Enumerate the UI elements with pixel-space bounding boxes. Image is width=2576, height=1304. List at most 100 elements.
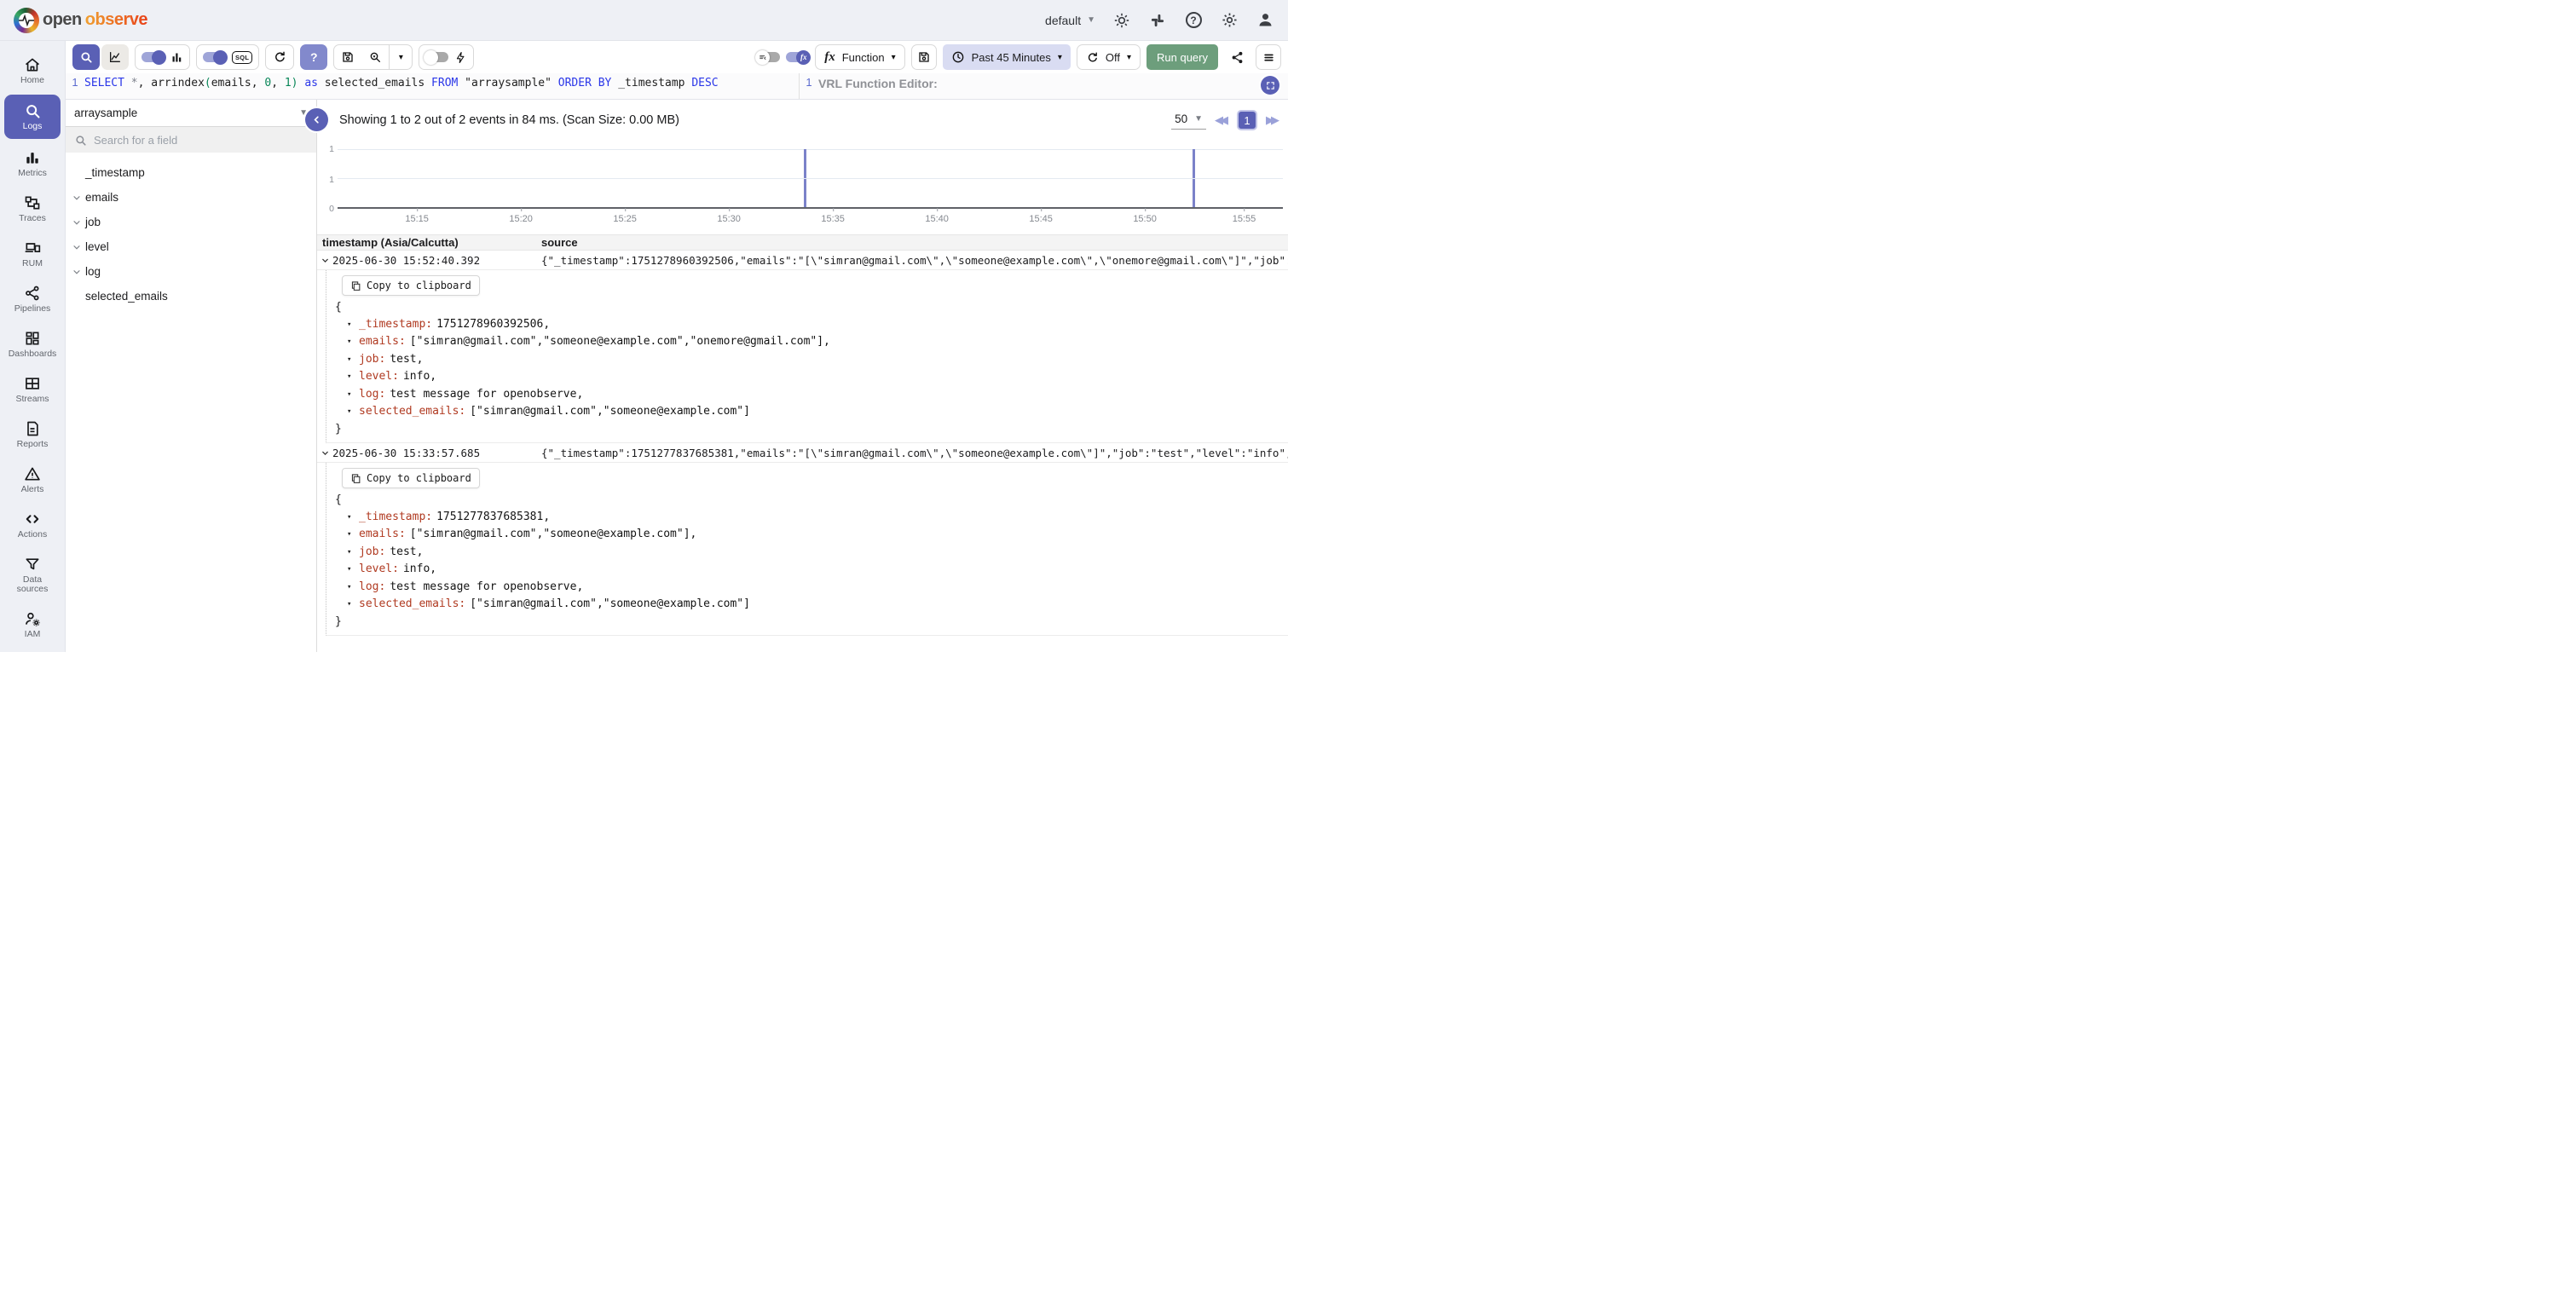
visualize-mode-button[interactable]: [101, 44, 129, 70]
sidebar-label: Alerts: [21, 485, 44, 494]
logs-content: arraysample ▼ _timestamp emails: [66, 100, 1288, 652]
field-item-log[interactable]: log: [66, 259, 316, 284]
histogram-toggle[interactable]: [142, 52, 165, 62]
sidebar-label: Metrics: [18, 169, 47, 178]
chevron-down-icon: [72, 267, 82, 277]
vrl-editor-placeholder: VRL Function Editor:: [818, 76, 938, 91]
triangle-down-icon[interactable]: ▾: [347, 545, 359, 562]
saved-searches-button[interactable]: [361, 44, 389, 70]
collapse-fields-button[interactable]: [305, 108, 328, 131]
function-dropdown[interactable]: fx Function ▾: [815, 44, 904, 70]
line-number: 1: [800, 76, 818, 89]
copy-to-clipboard-button[interactable]: Copy to clipboard: [342, 275, 480, 296]
chevron-down-icon[interactable]: [317, 256, 332, 265]
x-axis-tick: 15:55: [1233, 214, 1256, 224]
chevron-down-icon[interactable]: [317, 448, 332, 458]
search-icon: [74, 134, 87, 147]
menu-button[interactable]: [1256, 44, 1281, 70]
vrl-function-toggle[interactable]: fx: [786, 52, 809, 62]
stream-selector-value: arraysample: [74, 107, 137, 119]
refresh-interval-button[interactable]: Off ▾: [1077, 44, 1141, 70]
sidebar-item-iam[interactable]: IAM: [0, 602, 65, 647]
query-editors: 1 SELECT *, arrindex(emails, 0, 1) as se…: [66, 73, 1288, 100]
reset-filters-button[interactable]: [266, 44, 293, 70]
help-icon[interactable]: ?: [1184, 11, 1203, 30]
sidebar-item-reports[interactable]: Reports: [0, 412, 65, 457]
sidebar-item-logs[interactable]: Logs: [4, 95, 61, 139]
triangle-down-icon[interactable]: ▾: [347, 404, 359, 421]
field-item-job[interactable]: job: [66, 210, 316, 234]
triangle-down-icon[interactable]: ▾: [347, 334, 359, 351]
sidebar-item-data-sources[interactable]: Data sources: [0, 547, 65, 602]
settings-gear-icon[interactable]: [1220, 11, 1239, 30]
first-page-button[interactable]: ◀◀: [1215, 113, 1228, 127]
time-range-value: Past 45 Minutes: [972, 51, 1051, 64]
share-link-button[interactable]: [1224, 44, 1250, 70]
chevron-down-icon: [72, 242, 82, 252]
triangle-down-icon[interactable]: ▾: [347, 352, 359, 369]
row-source: {"_timestamp":1751278960392506,"emails":…: [541, 254, 1288, 267]
vrl-function-editor[interactable]: 1 VRL Function Editor:: [800, 73, 1288, 99]
triangle-down-icon[interactable]: ▾: [347, 510, 359, 527]
sidebar-item-metrics[interactable]: Metrics: [0, 141, 65, 186]
triangle-down-icon[interactable]: ▾: [347, 387, 359, 404]
field-item-level[interactable]: level: [66, 234, 316, 259]
log-json: { ▾_timestamp:1751278960392506, ▾emails:…: [333, 296, 1288, 437]
top-right-controls: default ▼ ?: [1045, 11, 1274, 30]
sidebar-item-alerts[interactable]: Alerts: [0, 457, 65, 502]
sidebar-item-dashboards[interactable]: Dashboards: [0, 321, 65, 366]
sidebar-item-rum[interactable]: RUM: [0, 231, 65, 276]
sidebar-item-streams[interactable]: Streams: [0, 366, 65, 412]
log-json: { ▾_timestamp:1751277837685381, ▾emails:…: [333, 488, 1288, 630]
time-range-button[interactable]: Past 45 Minutes ▾: [943, 44, 1071, 70]
sql-badge-icon: SQL: [232, 51, 252, 64]
field-item-selected-emails[interactable]: selected_emails: [66, 284, 316, 309]
query-help-button[interactable]: ?: [300, 44, 327, 70]
clock-icon: [951, 50, 965, 64]
table-row[interactable]: 2025-06-30 15:52:40.392 {"_timestamp":17…: [317, 251, 1288, 270]
triangle-down-icon[interactable]: ▾: [347, 527, 359, 544]
sidebar-item-pipelines[interactable]: Pipelines: [0, 276, 65, 321]
quick-mode-toggle[interactable]: [425, 52, 448, 62]
save-search-button[interactable]: [334, 44, 361, 70]
page-number-button[interactable]: 1: [1237, 110, 1257, 130]
events-histogram[interactable]: 1 1 0 15:15 15:20 15:25 15:30 15:35: [317, 141, 1286, 231]
sidebar-item-home[interactable]: Home: [0, 48, 65, 93]
field-item-timestamp[interactable]: _timestamp: [66, 160, 316, 185]
page-size-select[interactable]: 50 ▼: [1171, 111, 1206, 130]
triangle-down-icon[interactable]: ▾: [347, 580, 359, 597]
table-row[interactable]: 2025-06-30 15:33:57.685 {"_timestamp":17…: [317, 443, 1288, 463]
field-search-input[interactable]: [94, 134, 308, 147]
chevron-down-icon: [72, 193, 82, 203]
field-item-emails[interactable]: emails: [66, 185, 316, 210]
sidebar-item-traces[interactable]: Traces: [0, 186, 65, 231]
sql-mode-toggle[interactable]: [203, 52, 226, 62]
fx-icon: fx: [824, 50, 835, 65]
triangle-down-icon[interactable]: ▾: [347, 597, 359, 614]
sidebar-item-actions[interactable]: Actions: [0, 502, 65, 547]
copy-to-clipboard-button[interactable]: Copy to clipboard: [342, 468, 480, 488]
saved-search-dropdown[interactable]: ▾: [390, 44, 412, 70]
run-query-button[interactable]: Run query: [1146, 44, 1218, 70]
triangle-down-icon[interactable]: ▾: [347, 317, 359, 334]
document-icon: [24, 420, 41, 437]
left-nav-rail: Home Logs Metrics Traces RUM Pipelines: [0, 41, 66, 652]
fullscreen-button[interactable]: [1261, 76, 1279, 95]
save-function-button[interactable]: [911, 44, 937, 70]
stream-selector[interactable]: arraysample ▼: [66, 100, 316, 127]
multi-line-toggle[interactable]: [757, 52, 780, 62]
log-detail-expanded: Copy to clipboard { ▾_timestamp:17512789…: [326, 270, 1288, 443]
sql-query-editor[interactable]: 1 SELECT *, arrindex(emails, 0, 1) as se…: [66, 73, 800, 99]
refresh-interval-value: Off: [1106, 51, 1120, 64]
organization-selector[interactable]: default ▼: [1045, 14, 1095, 27]
triangle-down-icon[interactable]: ▾: [347, 369, 359, 386]
search-mode-button[interactable]: [72, 44, 100, 70]
slack-icon[interactable]: [1148, 11, 1167, 30]
account-icon[interactable]: [1256, 11, 1274, 30]
row-timestamp: 2025-06-30 15:52:40.392: [332, 254, 541, 267]
theme-toggle-icon[interactable]: [1112, 11, 1131, 30]
last-page-button[interactable]: ▶▶: [1266, 113, 1279, 127]
sidebar-label: Traces: [19, 214, 46, 223]
triangle-down-icon[interactable]: ▾: [347, 562, 359, 579]
x-axis-tick: 15:50: [1133, 214, 1157, 224]
